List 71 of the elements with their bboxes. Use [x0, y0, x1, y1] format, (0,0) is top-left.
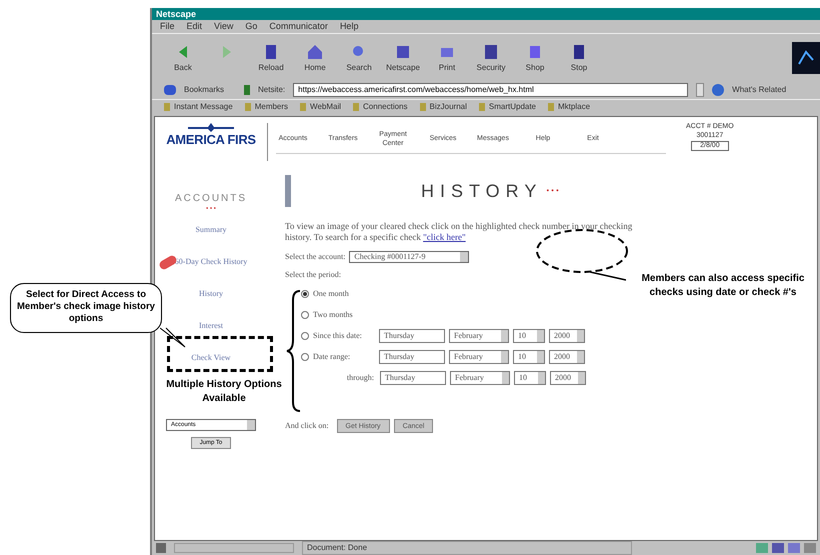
- radio-label: Two months: [313, 309, 354, 321]
- status-text: Document: Done: [302, 541, 632, 555]
- print-button[interactable]: Print: [428, 42, 466, 74]
- menu-item[interactable]: Communicator: [269, 20, 328, 34]
- radio-button[interactable]: [301, 290, 309, 298]
- location-label: Netsite:: [258, 84, 286, 96]
- field-label: Select the account:: [285, 251, 346, 263]
- page-heading: HISTORY: [421, 180, 542, 202]
- menu-item[interactable]: Help: [340, 20, 358, 34]
- bookmark-button[interactable]: BizJournal: [420, 100, 467, 112]
- bookmark-icon[interactable]: [164, 85, 176, 95]
- reload-button[interactable]: Reload: [252, 42, 290, 74]
- sidebar-link[interactable]: Summary: [195, 224, 227, 236]
- day-select[interactable]: 10: [513, 350, 545, 364]
- annotation-note: Members can also access specific checks using date or check #'s: [640, 272, 806, 300]
- year-select[interactable]: 2000: [549, 350, 585, 364]
- instructions: To view an image of your cleared check click on the highlighted check number in your checking history. To search for a specific check "click here": [285, 221, 634, 243]
- section-title: ACCOUNTS: [174, 192, 248, 206]
- bookmarks-button[interactable]: Bookmarks: [184, 84, 224, 96]
- bookmark-button[interactable]: Connections: [353, 100, 408, 112]
- day-field[interactable]: Thursday: [379, 329, 445, 343]
- bank-logo: AMERICA FIRS: [155, 123, 267, 146]
- bookmark-button[interactable]: SmartUpdate: [478, 100, 536, 112]
- bookmark-button[interactable]: Mktplace: [548, 100, 590, 112]
- eagle-logo-icon: [186, 123, 236, 133]
- back-button[interactable]: Back: [164, 42, 202, 74]
- radio-label: One month: [313, 288, 350, 300]
- search-button[interactable]: Search: [340, 42, 378, 74]
- radio-button[interactable]: [301, 353, 309, 361]
- home-button[interactable]: Home: [296, 42, 334, 74]
- month-select[interactable]: February: [450, 371, 510, 385]
- sidebar-link[interactable]: History: [199, 288, 223, 300]
- decorative-dots: • • •: [546, 185, 559, 197]
- radio-label: Date range:: [313, 351, 352, 363]
- bookmark-button[interactable]: Members: [244, 100, 288, 112]
- heading-bar: [285, 175, 291, 207]
- year-select[interactable]: 2000: [550, 371, 586, 385]
- day-select[interactable]: 10: [514, 371, 546, 385]
- sidebar-link[interactable]: Interest: [199, 320, 223, 332]
- menu-item[interactable]: Go: [245, 20, 258, 34]
- netscape-button[interactable]: Netscape: [384, 42, 422, 74]
- menu-item[interactable]: View: [214, 20, 234, 34]
- month-select[interactable]: February: [449, 329, 509, 343]
- netscape-logo-icon: [792, 42, 820, 74]
- bookmark-button[interactable]: Instant Message: [164, 100, 233, 112]
- address-field[interactable]: https://webaccess.americafirst.com/webaccess/home/web_hx.html: [293, 83, 688, 97]
- field-label: And click on:: [285, 420, 329, 432]
- menu-item[interactable]: File: [160, 20, 175, 34]
- link[interactable]: "click here": [423, 232, 466, 242]
- year-select[interactable]: 2000: [549, 329, 585, 343]
- leader-line: [590, 271, 626, 281]
- radio-button[interactable]: [301, 332, 309, 340]
- security-button[interactable]: Security: [472, 42, 510, 74]
- callout: Select for Direct Access to Member's check image history options: [10, 283, 162, 333]
- related-button[interactable]: What's Related: [732, 84, 786, 96]
- stop-button[interactable]: Stop: [560, 42, 598, 74]
- radio-button[interactable]: [301, 311, 309, 319]
- field-label: Select the period:: [285, 269, 341, 281]
- day-select[interactable]: 10: [513, 329, 545, 343]
- radio-label: Since this date:: [313, 330, 363, 342]
- shop-button[interactable]: Shop: [516, 42, 554, 74]
- window-title: Netscape: [156, 10, 196, 18]
- field-label: through:: [346, 372, 375, 384]
- month-select[interactable]: February: [449, 350, 509, 364]
- day-field[interactable]: Thursday: [380, 371, 446, 385]
- menu-item[interactable]: Edit: [186, 20, 202, 34]
- account-select[interactable]: Checking #0001127-9: [349, 251, 470, 263]
- caption: Multiple History Options Available: [165, 378, 283, 406]
- bookmark-button[interactable]: WebMail: [300, 100, 342, 112]
- day-field[interactable]: Thursday: [379, 350, 445, 364]
- sidebar-link[interactable]: Check View: [191, 352, 231, 364]
